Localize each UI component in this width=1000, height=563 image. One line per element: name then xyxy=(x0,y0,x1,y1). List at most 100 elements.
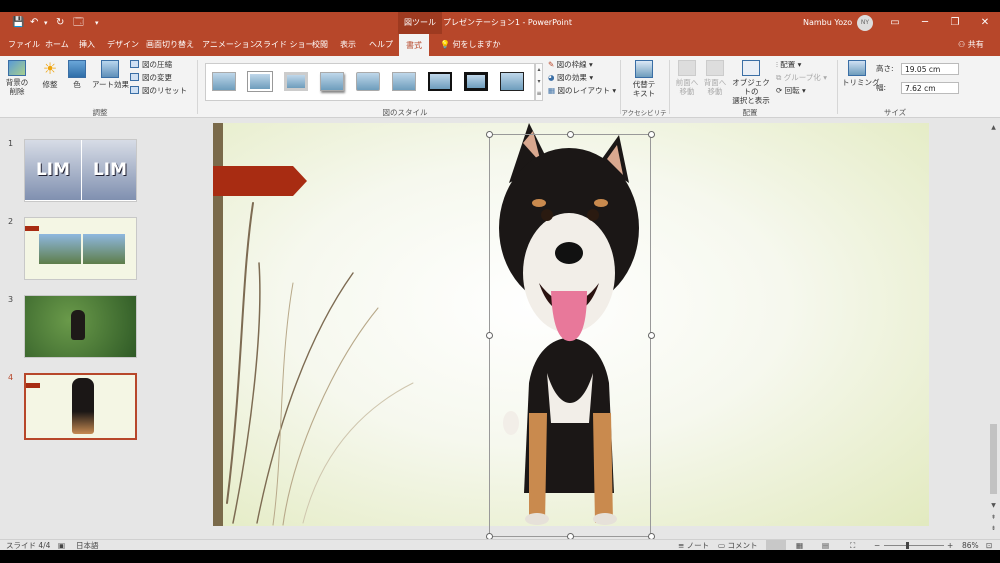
notes-label: ノート xyxy=(686,541,710,550)
language-indicator[interactable]: 日本語 xyxy=(76,540,99,550)
tab-home[interactable]: ホーム xyxy=(45,34,69,56)
scroll-down-icon[interactable]: ▼ xyxy=(989,501,998,510)
remove-background-button[interactable]: 背景の 削除 xyxy=(4,60,30,96)
rotate-button[interactable]: ⟳ 回転 ▾ xyxy=(776,86,806,96)
gallery-scroll[interactable]: ▴ ▾ ≡ xyxy=(535,63,543,101)
scroll-up-icon[interactable]: ▲ xyxy=(989,123,998,132)
resize-handle-top[interactable] xyxy=(567,131,574,138)
tab-design[interactable]: デザイン xyxy=(107,34,139,56)
picture-effects-button[interactable]: ◕ 図の効果 ▾ xyxy=(548,73,593,83)
selection-pane-button[interactable]: オブジェクトの 選択と表示 xyxy=(730,60,772,105)
reading-view-icon[interactable]: ▤ xyxy=(822,540,829,550)
style-black-frame[interactable] xyxy=(428,72,452,91)
fit-to-window-icon[interactable]: ⊡ xyxy=(986,540,992,550)
style-thick-black-frame[interactable] xyxy=(464,72,488,91)
ribbon-display-options-icon[interactable]: ▭ xyxy=(880,12,910,34)
send-backward-button[interactable]: 背面へ 移動 xyxy=(702,60,728,96)
alt-text-label: 代替テ キスト xyxy=(632,80,656,98)
restore-button[interactable]: ❐ xyxy=(940,12,970,34)
resize-handle-top-left[interactable] xyxy=(486,131,493,138)
adjust-group-label: 調整 xyxy=(92,108,108,117)
picture-layout-button[interactable]: ▦ 図のレイアウト ▾ xyxy=(548,86,616,96)
tab-animations[interactable]: アニメーション xyxy=(202,34,258,56)
group-divider xyxy=(837,60,838,114)
zoom-out-button[interactable]: − xyxy=(874,540,880,550)
undo-dropdown-icon[interactable]: ▾ xyxy=(44,16,48,30)
group-button[interactable]: ⧉ グループ化 ▾ xyxy=(776,73,827,83)
artistic-effects-button[interactable]: アート効果 xyxy=(92,60,129,89)
height-label: 高さ: xyxy=(876,64,894,73)
style-white-frame[interactable] xyxy=(248,72,272,91)
compress-pictures-button[interactable]: 図の圧縮 xyxy=(130,60,172,70)
tab-slideshow[interactable]: スライド ショー xyxy=(255,34,314,56)
slide-thumbnail-4[interactable] xyxy=(24,373,137,440)
tab-transitions[interactable]: 画面切り替え xyxy=(146,34,194,56)
user-name[interactable]: Nambu Yozo xyxy=(803,12,852,34)
tab-help[interactable]: ヘルプ xyxy=(369,34,393,56)
next-slide-icon[interactable]: ⇟ xyxy=(989,524,998,533)
align-button[interactable]: ⫶ 配置 ▾ xyxy=(776,60,801,70)
zoom-slider-thumb[interactable] xyxy=(906,542,909,549)
start-slideshow-icon[interactable]: 🗔 xyxy=(73,16,84,30)
tab-format[interactable]: 書式 xyxy=(399,34,429,56)
comments-button[interactable]: ▭ コメント xyxy=(718,540,757,550)
slide-thumbnail-2[interactable] xyxy=(24,217,137,280)
bring-forward-label: 前面へ 移動 xyxy=(675,78,699,96)
color-button[interactable]: 色 xyxy=(66,60,88,89)
style-drop-shadow[interactable] xyxy=(320,72,344,91)
align-label: 配置 xyxy=(780,60,796,69)
corrections-button[interactable]: ☀ 修整 xyxy=(38,60,62,90)
zoom-level[interactable]: 86% xyxy=(962,540,979,550)
slide4-banner xyxy=(26,383,40,388)
style-thick-frame[interactable] xyxy=(284,72,308,91)
slide-sorter-view-icon[interactable]: ▦ xyxy=(796,540,803,550)
user-avatar[interactable]: NY xyxy=(857,15,873,31)
resize-handle-left[interactable] xyxy=(486,332,493,339)
lightbulb-icon: 💡 xyxy=(440,40,453,49)
style-metal-frame[interactable] xyxy=(500,72,524,91)
slide3-dog xyxy=(71,310,85,340)
width-input[interactable]: 7.62 cm xyxy=(901,82,959,94)
tab-view[interactable]: 表示 xyxy=(340,34,356,56)
slideshow-view-icon[interactable]: ⛶ xyxy=(850,540,855,550)
artistic-effects-icon xyxy=(101,60,119,78)
customize-quick-access-icon[interactable]: ▾ xyxy=(95,16,99,30)
change-picture-button[interactable]: 図の変更 xyxy=(130,73,172,83)
tab-insert[interactable]: 挿入 xyxy=(79,34,95,56)
slide-thumbnail-3[interactable] xyxy=(24,295,137,358)
style-soft-edge[interactable] xyxy=(392,72,416,91)
slide-thumbnail-1[interactable]: LIM LIM xyxy=(24,139,137,202)
previous-slide-icon[interactable]: ⇞ xyxy=(989,513,998,522)
dog-picture[interactable] xyxy=(489,123,651,526)
minimize-button[interactable]: ─ xyxy=(910,12,940,34)
style-rounded[interactable] xyxy=(356,72,380,91)
share-button[interactable]: ⚇ 共有 xyxy=(958,34,984,56)
reset-picture-button[interactable]: 図のリセット xyxy=(130,86,187,96)
group-divider xyxy=(197,60,198,114)
resize-handle-top-right[interactable] xyxy=(648,131,655,138)
undo-icon[interactable]: ↶ xyxy=(30,16,38,30)
tell-me-search[interactable]: 💡 何をしますか xyxy=(440,34,501,56)
picture-border-button[interactable]: ✎ 図の枠線 ▾ xyxy=(548,60,593,70)
resize-handle-right[interactable] xyxy=(648,332,655,339)
redo-icon[interactable]: ↻ xyxy=(56,16,64,30)
scroll-thumb[interactable] xyxy=(990,424,997,494)
close-button[interactable]: ✕ xyxy=(970,12,1000,34)
notes-button[interactable]: ≡ ノート xyxy=(678,540,709,550)
alt-text-button[interactable]: 代替テ キスト xyxy=(626,60,662,98)
slide-canvas[interactable] xyxy=(213,123,929,526)
slide-number: 4 xyxy=(8,373,14,382)
tab-review[interactable]: 校閲 xyxy=(312,34,328,56)
bring-forward-button[interactable]: 前面へ 移動 xyxy=(674,60,700,96)
zoom-slider[interactable] xyxy=(884,545,944,546)
tab-file[interactable]: ファイル xyxy=(8,34,40,56)
reset-picture-label: 図のリセット xyxy=(142,86,187,95)
normal-view-icon[interactable] xyxy=(766,540,786,550)
style-simple-frame[interactable] xyxy=(212,72,236,91)
zoom-in-button[interactable]: + xyxy=(947,540,953,550)
vertical-scrollbar[interactable]: ▲ ▼ ⇞ ⇟ xyxy=(987,119,1000,539)
height-input[interactable]: 19.05 cm xyxy=(901,63,959,75)
spellcheck-icon[interactable]: ▣ xyxy=(58,540,65,550)
crop-button[interactable]: トリミング xyxy=(842,60,880,87)
save-icon[interactable]: 💾 xyxy=(12,16,24,30)
